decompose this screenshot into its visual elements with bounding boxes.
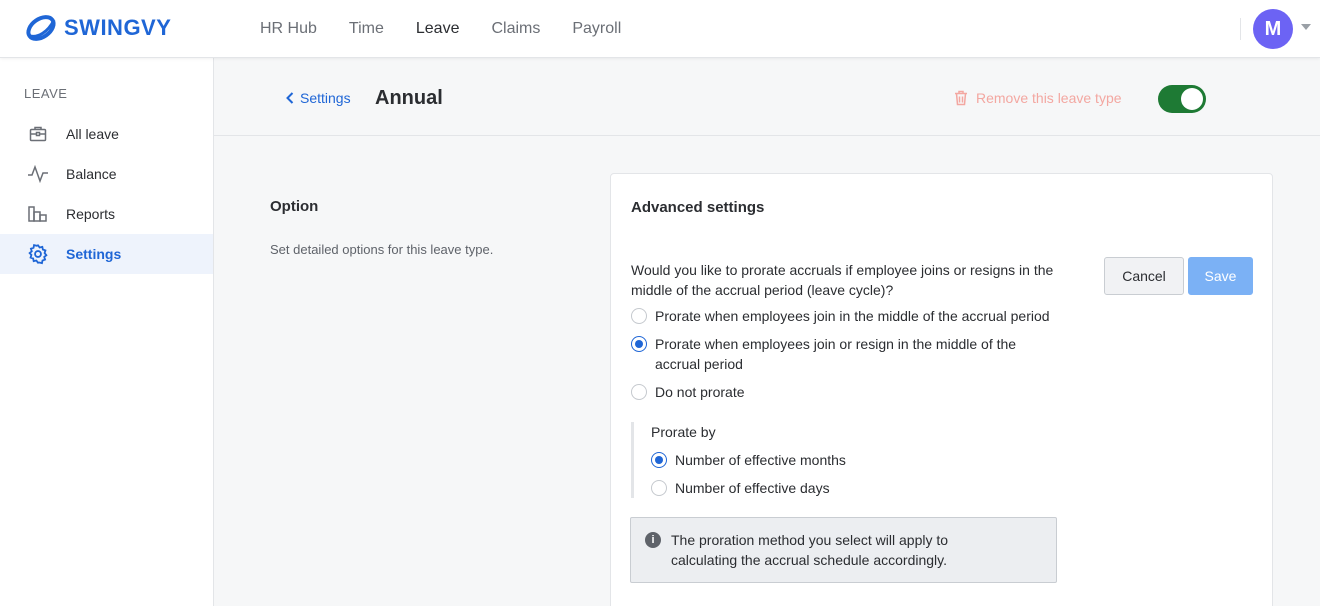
advanced-settings-card: Advanced settings Would you like to pror… [610, 173, 1273, 606]
sidebar: LEAVE All leave Balance Reports Settings [0, 58, 214, 606]
sidebar-item-all-leave[interactable]: All leave [0, 114, 213, 154]
advanced-settings-title: Advanced settings [631, 199, 765, 216]
toggle-knob [1181, 88, 1203, 110]
option-title: Option [270, 198, 319, 215]
radio-label: Do not prorate [655, 384, 745, 400]
nav-divider [1240, 18, 1241, 40]
sidebar-item-balance[interactable]: Balance [0, 154, 213, 194]
nav-item-claims[interactable]: Claims [491, 20, 540, 38]
main-content: Option Set detailed options for this lea… [214, 136, 1320, 606]
sidebar-item-reports[interactable]: Reports [0, 194, 213, 234]
user-avatar[interactable]: M [1253, 9, 1293, 49]
radio-button[interactable] [651, 452, 667, 468]
radio-option-join-only[interactable]: Prorate when employees join in the middl… [631, 306, 1050, 326]
nav-item-time[interactable]: Time [349, 20, 384, 38]
activity-icon [26, 162, 50, 186]
radio-button[interactable] [651, 480, 667, 496]
nav-item-hr-hub[interactable]: HR Hub [260, 20, 317, 38]
radio-button[interactable] [631, 308, 647, 324]
sidebar-heading: LEAVE [24, 86, 68, 101]
radio-button[interactable] [631, 384, 647, 400]
radio-option-do-not-prorate[interactable]: Do not prorate [631, 382, 745, 402]
radio-option-effective-days[interactable]: Number of effective days [651, 478, 830, 498]
sidebar-item-label: All leave [66, 126, 119, 142]
proration-question: Would you like to prorate accruals if em… [631, 262, 1054, 298]
trash-icon [955, 90, 967, 106]
back-link-label: Settings [300, 90, 351, 106]
top-navigation-bar: SWINGVY HR Hub Time Leave Claims Payroll… [0, 0, 1320, 58]
radio-label: Prorate when employees join in the middl… [655, 308, 1050, 324]
swingvy-logo[interactable]: SWINGVY [24, 12, 171, 44]
save-button[interactable]: Save [1188, 257, 1253, 295]
radio-label: Number of effective days [675, 480, 830, 496]
info-message-box: i The proration method you select will a… [630, 517, 1057, 583]
sidebar-item-label: Settings [66, 246, 122, 262]
option-description: Set detailed options for this leave type… [270, 242, 494, 257]
radio-label: Prorate when employees join or resign in… [655, 336, 1017, 372]
info-message: The proration method you select will app… [671, 532, 949, 568]
gear-icon [26, 242, 50, 266]
brand-name: SWINGVY [64, 15, 172, 40]
remove-leave-type-label: Remove this leave type [976, 90, 1122, 106]
page-header: Settings Annual Remove this leave type [214, 58, 1320, 136]
prorate-by-title: Prorate by [651, 424, 716, 440]
chevron-down-icon[interactable] [1301, 24, 1311, 30]
chevron-left-icon [286, 92, 294, 104]
radio-label: Number of effective months [675, 452, 846, 468]
prorate-by-divider [631, 422, 634, 498]
page-title: Annual [375, 87, 443, 109]
main-nav: HR Hub Time Leave Claims Payroll [260, 0, 653, 58]
remove-leave-type-button[interactable]: Remove this leave type [954, 90, 1122, 106]
radio-button[interactable] [631, 336, 647, 352]
briefcase-icon [26, 122, 50, 146]
radio-option-effective-months[interactable]: Number of effective months [651, 450, 846, 470]
swingvy-logo-icon [26, 15, 56, 41]
sidebar-item-label: Reports [66, 206, 116, 222]
bar-chart-icon [26, 202, 50, 226]
sidebar-item-settings[interactable]: Settings [0, 234, 213, 274]
cancel-button[interactable]: Cancel [1104, 257, 1184, 295]
back-to-settings-link[interactable]: Settings [286, 90, 351, 106]
leave-type-toggle[interactable] [1158, 85, 1206, 113]
nav-item-leave[interactable]: Leave [416, 20, 460, 38]
nav-item-payroll[interactable]: Payroll [572, 20, 621, 38]
radio-option-join-or-resign[interactable]: Prorate when employees join or resign in… [631, 334, 1051, 374]
sidebar-item-label: Balance [66, 166, 117, 182]
info-icon: i [645, 532, 661, 548]
